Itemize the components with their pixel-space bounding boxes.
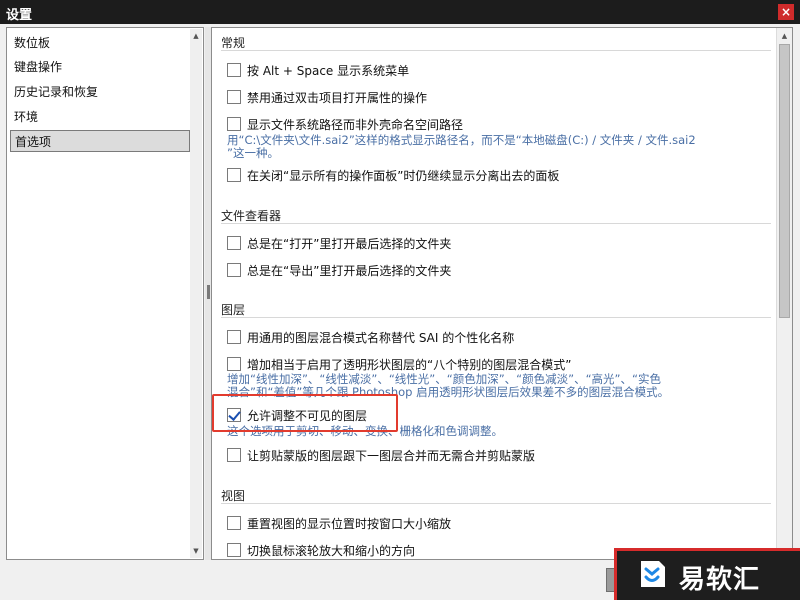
checkbox[interactable] (227, 516, 241, 530)
options-panel: 常规 按 Alt + Space 显示系统菜单 禁用通过双击项目打开属性的操作 … (211, 27, 793, 560)
option-label: 让剪贴蒙版的图层跟下一图层合并而无需合并剪贴蒙版 (247, 449, 536, 463)
checkbox[interactable] (227, 543, 241, 557)
category-item-tablet[interactable]: 数位板 (10, 32, 190, 54)
category-item-preferences[interactable]: 首选项 (10, 130, 190, 152)
section-divider (221, 317, 771, 318)
category-item-history[interactable]: 历史记录和恢复 (10, 81, 190, 103)
category-item-keyboard[interactable]: 键盘操作 (10, 56, 190, 78)
checkbox[interactable] (227, 448, 241, 462)
splitter-grip-icon[interactable] (207, 285, 210, 299)
option-description: ”这一种。 (227, 146, 279, 160)
checkbox[interactable] (227, 90, 241, 104)
section-heading-file-viewer: 文件查看器 (221, 209, 282, 223)
option-label: 增加相当于启用了透明形状图层的“八个特别的图层混合模式” (247, 358, 572, 372)
category-list: 数位板 键盘操作 历史记录和恢复 环境 首选项 ▲ ▼ (6, 27, 204, 560)
option-label: 显示文件系统路径而非外壳命名空间路径 (247, 118, 464, 132)
option-description: 增加“线性加深”、“线性减淡”、“线性光”、“颜色加深”、“颜色减淡”、“高光”… (227, 372, 661, 386)
checkbox[interactable] (227, 357, 241, 371)
watermark: 易软汇 (614, 548, 800, 600)
checkbox[interactable] (227, 236, 241, 250)
section-heading-layers: 图层 (221, 303, 246, 317)
category-item-environment[interactable]: 环境 (10, 106, 190, 128)
scrollbar-thumb[interactable] (779, 44, 790, 318)
option-label: 禁用通过双击项目打开属性的操作 (247, 91, 428, 105)
section-heading-view: 视图 (221, 489, 246, 503)
option-label: 总是在“打开”里打开最后选择的文件夹 (247, 237, 452, 251)
option-label: 重置视图的显示位置时按窗口大小缩放 (247, 517, 452, 531)
option-label: 按 Alt + Space 显示系统菜单 (247, 64, 410, 78)
option-description: 用“C:\文件夹\文件.sai2”这样的格式显示路径名，而不是“本地磁盘(C:)… (227, 133, 696, 147)
option-label: 切换鼠标滚轮放大和缩小的方向 (247, 544, 416, 558)
close-button[interactable]: × (778, 4, 794, 20)
scroll-up-arrow-icon[interactable]: ▲ (779, 30, 790, 42)
window-title: 设置 (6, 8, 33, 23)
checkbox[interactable] (227, 168, 241, 182)
checkbox[interactable] (227, 63, 241, 77)
checkbox[interactable] (227, 263, 241, 277)
section-divider (221, 50, 771, 51)
option-label: 总是在“导出”里打开最后选择的文件夹 (247, 264, 452, 278)
section-divider (221, 503, 771, 504)
category-scrollbar[interactable]: ▲ ▼ (190, 29, 202, 558)
section-divider (221, 223, 771, 224)
title-bar: 设置 × (0, 0, 800, 24)
scroll-down-arrow-icon[interactable]: ▼ (191, 546, 201, 556)
brand-text: 易软汇 (679, 565, 761, 595)
scroll-up-arrow-icon[interactable]: ▲ (191, 31, 201, 41)
brand-logo-icon (641, 561, 665, 587)
option-label: 在关闭“显示所有的操作面板”时仍继续显示分离出去的面板 (247, 169, 560, 183)
checkbox[interactable] (227, 330, 241, 344)
section-heading-general: 常规 (221, 36, 246, 50)
option-label: 用通用的图层混合模式名称替代 SAI 的个性化名称 (247, 331, 515, 345)
checkbox[interactable] (227, 117, 241, 131)
annotation-highlight-box (212, 394, 398, 432)
